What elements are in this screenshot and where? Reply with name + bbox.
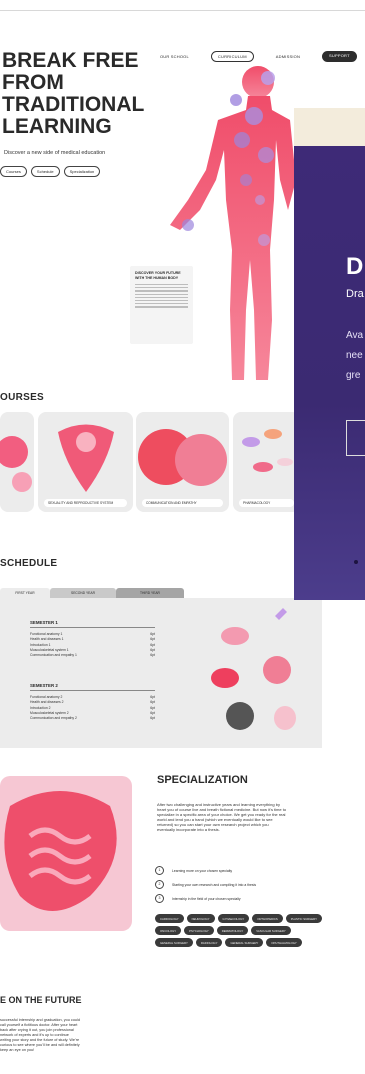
- course-row: Communication and empathy 1 6pt: [30, 653, 155, 658]
- top-divider: [0, 10, 365, 11]
- course-illustration: [0, 436, 32, 492]
- chip-schedule[interactable]: Schedule: [30, 166, 60, 177]
- schedule-panel: SEMESTER 1 Functional anatomy 1 6pt Healt…: [0, 598, 322, 748]
- course-illustration: [58, 424, 114, 492]
- tag[interactable]: OPHTHALMOLOGY: [266, 938, 302, 947]
- schedule-heading: SCHEDULE: [0, 558, 58, 569]
- carousel-dot[interactable]: [354, 560, 358, 564]
- tag[interactable]: CARDIOLOGY: [155, 914, 184, 923]
- banner-subheading: Dra: [346, 288, 364, 300]
- banner-text-line: gre: [346, 370, 361, 381]
- hero-chips: Courses Schedule Specialization: [0, 166, 101, 177]
- specialization-text: After two challenging and instructive ye…: [157, 802, 287, 832]
- chip-courses[interactable]: Courses: [0, 166, 27, 177]
- note-line: [135, 303, 188, 305]
- tag[interactable]: NEUROLOGY: [186, 914, 215, 923]
- courses-heading: OURSES: [0, 392, 45, 403]
- future-heading: E ON THE FUTURE: [0, 995, 82, 1005]
- tab-first-year[interactable]: FIRST YEAR: [0, 588, 50, 598]
- hero-subtitle: Discover a new side of medical education: [4, 150, 106, 156]
- tag[interactable]: RADIOLOGY: [195, 938, 223, 947]
- schedule-tabs: FIRST YEAR SECOND YEAR THIRD YEAR: [0, 588, 184, 598]
- semester-block: SEMESTER 2 Functional anatomy 2 6pt Healt…: [30, 683, 155, 721]
- note-line: [135, 293, 188, 295]
- banner-heading: D: [346, 253, 364, 280]
- intestines-illustration: [0, 776, 132, 931]
- tag[interactable]: GYNAECOLOGY: [217, 914, 250, 923]
- specialty-tags: CARDIOLOGY NEUROLOGY GYNAECOLOGY ORTHOPE…: [155, 914, 325, 947]
- tab-third-year[interactable]: THIRD YEAR: [116, 588, 184, 598]
- tab-second-year[interactable]: SECOND YEAR: [50, 588, 116, 598]
- semester-block: SEMESTER 1 Functional anatomy 1 6pt Healt…: [30, 620, 155, 658]
- specialization-title: SPECIALIZATION: [157, 774, 248, 786]
- tag[interactable]: ONCOLOGY: [155, 926, 182, 935]
- nav-support-button[interactable]: SUPPORT: [322, 51, 357, 62]
- course-row: Communication and empathy 2 6pt: [30, 716, 155, 721]
- chip-specialization[interactable]: Specialization: [63, 166, 101, 177]
- specialization-steps: 1 Learning more on your chosen specialty …: [155, 866, 315, 908]
- banner-text-line: nee: [346, 350, 363, 361]
- note-line: [135, 287, 188, 289]
- banner-top-strip: [294, 108, 365, 146]
- course-card[interactable]: [0, 412, 34, 512]
- step-item: 1 Learning more on your chosen specialty: [155, 866, 315, 875]
- step-item: 3 Internship in the field of your chosen …: [155, 894, 315, 903]
- course-illustration: [242, 429, 293, 472]
- course-illustration: [138, 429, 227, 486]
- tag[interactable]: VASCULAR SURGERY: [251, 926, 291, 935]
- banner-button[interactable]: [346, 420, 365, 456]
- course-label: PHARMACOLOGY: [239, 499, 294, 507]
- tag[interactable]: PSYCHOLOGY: [184, 926, 214, 935]
- note-line: [135, 296, 188, 298]
- discover-note-card: DISCOVER YOUR FUTURE WITH THE HUMAN BODY: [130, 266, 193, 344]
- banner-text-line: Ava: [346, 330, 364, 341]
- tag[interactable]: ORTHOPEDICS: [252, 914, 283, 923]
- note-line: [135, 284, 188, 286]
- note-title: DISCOVER YOUR FUTURE WITH THE HUMAN BODY: [135, 271, 181, 280]
- tag[interactable]: GENERAL SURGERY: [225, 938, 264, 947]
- courses-carousel: SEXUALITY AND REPRODUCTIVE SYSTEM COMMUN…: [0, 412, 300, 517]
- tag[interactable]: DERMATOLOGY: [216, 926, 249, 935]
- course-card[interactable]: PHARMACOLOGY: [233, 412, 300, 512]
- course-card[interactable]: COMMUNICATION AND EMPATHY: [136, 412, 229, 512]
- note-line: [135, 306, 188, 308]
- tag[interactable]: GENERAL SURGERY: [155, 938, 193, 947]
- course-label: SEXUALITY AND REPRODUCTIVE SYSTEM: [44, 499, 127, 507]
- course-card[interactable]: SEXUALITY AND REPRODUCTIVE SYSTEM: [38, 412, 133, 512]
- future-text: successful internship and graduation, yo…: [0, 1018, 80, 1052]
- semester-title: SEMESTER 2: [30, 683, 155, 691]
- organs-collage-illustration: [205, 606, 315, 746]
- course-label: COMMUNICATION AND EMPATHY: [142, 499, 223, 507]
- note-line: [135, 290, 188, 292]
- hero-title: BREAK FREE FROM TRADITIONAL LEARNING: [2, 49, 145, 138]
- promo-banner-overlay: D Dra Ava nee gre: [294, 108, 365, 600]
- tag[interactable]: PLASTIC SURGERY: [285, 914, 322, 923]
- semester-title: SEMESTER 1: [30, 620, 155, 628]
- note-line: [135, 299, 188, 302]
- step-item: 2 Starting your own research and compilin…: [155, 880, 315, 889]
